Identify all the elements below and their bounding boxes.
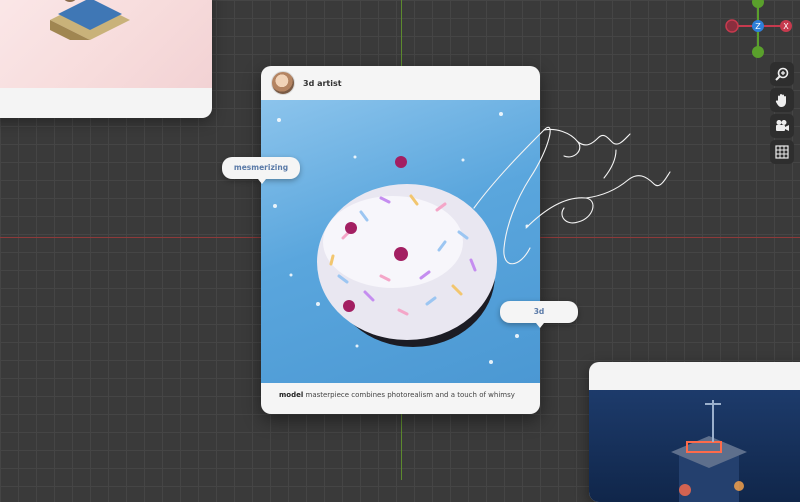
caption-bold: model <box>279 391 304 399</box>
gizmo-z-label: Z <box>755 22 761 31</box>
zoom-tool-button[interactable] <box>770 62 794 86</box>
gizmo-x-label: X <box>783 22 789 31</box>
avatar[interactable] <box>271 71 295 95</box>
sprinkle-spectacular-script <box>473 126 671 265</box>
pan-hand-icon <box>775 94 786 107</box>
card-header: 3d artist <box>261 66 540 100</box>
post-image-top-left <box>0 0 212 88</box>
username[interactable]: 3d artist <box>303 79 342 88</box>
camera-tool-button[interactable] <box>770 114 794 138</box>
caption-text: masterpiece combines photorealism and a … <box>305 391 515 399</box>
axis-gizmo[interactable]: Z X <box>724 0 794 62</box>
post-card-bottom-right[interactable] <box>589 362 800 502</box>
grid-tool-button[interactable] <box>770 140 794 164</box>
pan-tool-button[interactable] <box>770 88 794 112</box>
post-image-bottom-right <box>589 390 800 502</box>
card-caption: model masterpiece combines photorealism … <box>279 391 529 399</box>
tag-mesmerizing[interactable]: mesmerizing <box>222 157 300 184</box>
post-card-top-left[interactable] <box>0 0 212 118</box>
zoom-icon <box>775 67 789 81</box>
camera-icon <box>776 120 789 131</box>
tag-3d[interactable]: 3d <box>500 301 578 328</box>
isometric-scene-image <box>50 0 130 40</box>
neon-shop-scene-image <box>671 400 747 502</box>
grid-icon <box>775 145 789 159</box>
